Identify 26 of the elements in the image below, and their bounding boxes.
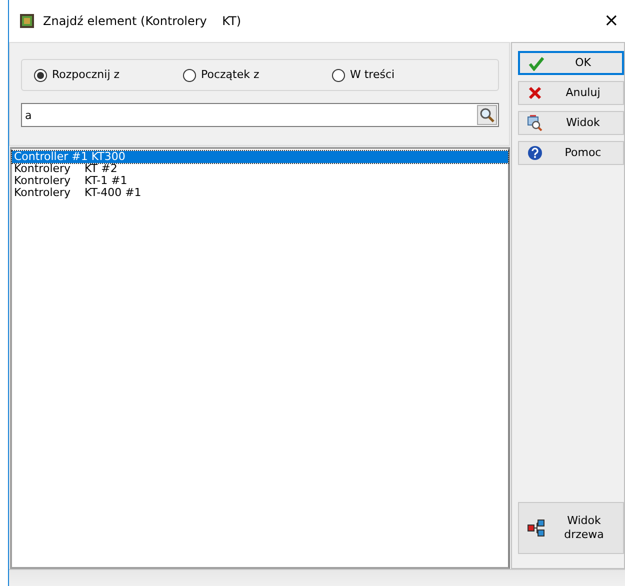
radio-button[interactable] bbox=[332, 68, 345, 82]
view-button[interactable]: Widok bbox=[518, 111, 624, 135]
help-icon bbox=[527, 145, 543, 161]
tree-view-button[interactable]: Widok drzewa bbox=[518, 502, 624, 554]
ok-button[interactable]: OK bbox=[518, 51, 624, 75]
check-icon bbox=[528, 55, 544, 71]
list-item[interactable]: Kontrolery KT-400 #1 bbox=[12, 186, 508, 199]
list-item[interactable]: Kontrolery KT-1 #1 bbox=[12, 174, 508, 187]
close-button[interactable]: × bbox=[600, 12, 623, 30]
help-button[interactable]: Pomoc bbox=[518, 141, 624, 165]
search-button[interactable] bbox=[477, 105, 497, 125]
radio-option[interactable]: Rozpocznij z bbox=[34, 66, 183, 84]
window-title: Znajdź element (Kontrolery KT) bbox=[43, 13, 242, 30]
radio-option[interactable]: W treści bbox=[332, 66, 481, 84]
radio-button[interactable] bbox=[34, 68, 47, 82]
list-item[interactable]: Controller #1 KT300 bbox=[12, 150, 508, 163]
tree-icon bbox=[527, 519, 545, 537]
cross-icon bbox=[527, 85, 543, 101]
search-icon bbox=[479, 107, 495, 123]
app-icon bbox=[19, 13, 35, 29]
magnifier-icon bbox=[527, 115, 543, 131]
search-field[interactable]: a bbox=[21, 103, 499, 127]
radio-option[interactable]: Początek z bbox=[183, 66, 332, 84]
cancel-button[interactable]: Anuluj bbox=[518, 81, 624, 105]
radio-button[interactable] bbox=[183, 68, 196, 82]
list-item[interactable]: Kontrolery KT #2 bbox=[12, 162, 508, 175]
